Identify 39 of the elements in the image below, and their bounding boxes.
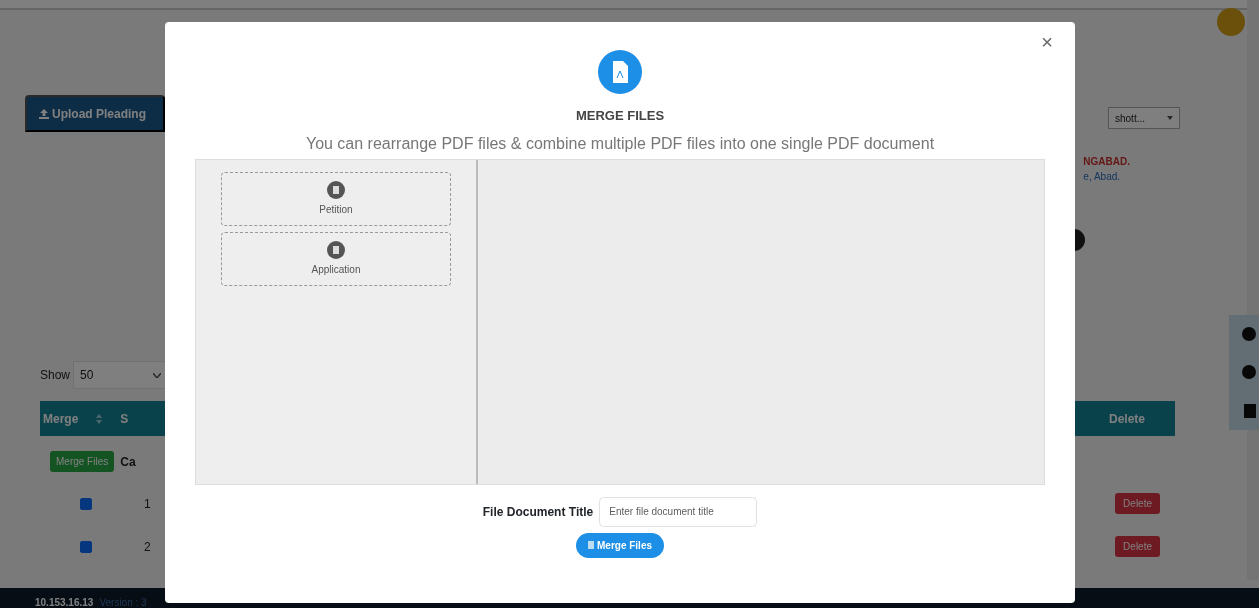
table-cell-text: 1 [144, 495, 151, 513]
upload-icon [39, 108, 49, 119]
ip-address-text: 10.153.16.13 [35, 595, 94, 608]
table-cell-text: 2 [144, 538, 151, 556]
file-name: Application [311, 262, 361, 277]
chevron-icon [153, 372, 162, 378]
modal-title: MERGE FILES [575, 107, 665, 125]
pdf-file-icon [598, 50, 642, 94]
column-header: Delete [1108, 410, 1145, 428]
close-button[interactable]: × [1035, 26, 1059, 58]
column-header[interactable]: Merge [43, 409, 79, 428]
title-input[interactable]: Enter file document title [599, 496, 758, 527]
modal-subtitle: You can rearrange PDF files & combine multiple PDF files into one single PDF document [305, 133, 935, 154]
merge-checkbox[interactable] [80, 497, 92, 510]
address-text: e, Abad. [1083, 170, 1122, 184]
merge-files-button[interactable]: Merge Files [50, 451, 115, 472]
file-icon [588, 541, 594, 549]
circle-icon [1242, 327, 1256, 342]
document-type-select[interactable]: shott... [1108, 107, 1180, 129]
show-label: Show [40, 367, 71, 384]
merge-files-button[interactable]: Merge Files [576, 532, 664, 558]
document-icon [327, 240, 345, 259]
court-name-text: NGABAD. [1083, 155, 1130, 169]
delete-button[interactable]: Delete [1115, 493, 1160, 514]
upload-pleadings-tab[interactable]: Upload Pleading [25, 95, 165, 132]
merge-checkbox[interactable] [80, 540, 92, 553]
column-header: S [120, 410, 129, 428]
file-card[interactable]: Petition [221, 171, 451, 226]
field-label: File Document Title [482, 503, 594, 521]
version-text: Version : 3 [99, 595, 147, 608]
table-text: Ca [120, 453, 136, 471]
file-name: Petition [319, 202, 353, 217]
file-card[interactable]: Application [221, 231, 451, 286]
delete-button[interactable]: Delete [1115, 536, 1160, 557]
document-icon [327, 180, 345, 199]
pdf-icon [1244, 403, 1256, 418]
help-icon [1242, 365, 1256, 380]
caret-icon [1167, 116, 1173, 120]
sort-icon [96, 413, 103, 424]
